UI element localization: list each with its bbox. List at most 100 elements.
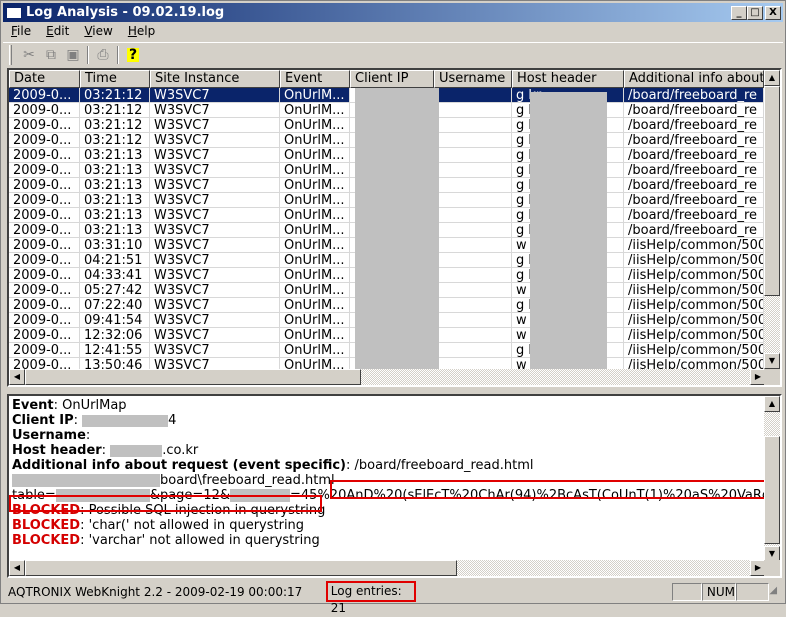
detail-hscroll-thumb[interactable] (25, 560, 457, 576)
redacted-host (110, 444, 163, 457)
cell-info: /iisHelp/common/500 (624, 328, 764, 342)
scroll-up-button[interactable]: ▲ (764, 70, 780, 86)
resize-grip-icon[interactable]: ◢ (769, 585, 783, 599)
cell-info: /iisHelp/common/500 (624, 283, 764, 297)
column-header-event[interactable]: Event (280, 70, 350, 88)
cell-event: OnUrlM... (280, 328, 350, 342)
cell-site: W3SVC7 (150, 163, 280, 177)
cell-date: 2009-0... (9, 88, 80, 102)
redacted-ip (82, 414, 169, 427)
detail-additional: Additional info about request (event spe… (12, 458, 534, 473)
cell-info: /board/freeboard_re (624, 133, 764, 147)
cell-event: OnUrlM... (280, 223, 350, 237)
client-ip-label: Client IP (12, 413, 74, 428)
status-bar: AQTRONIX WebKnight 2.2 - 2009-02-19 00:0… (3, 581, 783, 615)
cell-date: 2009-0... (9, 283, 80, 297)
cell-username (434, 163, 512, 177)
list-hscroll-thumb[interactable] (25, 369, 361, 385)
cell-site: W3SVC7 (150, 178, 280, 192)
column-header-host-header[interactable]: Host header (512, 70, 624, 88)
cell-time: 03:21:12 (80, 133, 150, 147)
cut-icon[interactable]: ✂ (18, 45, 40, 65)
toolbar-grip[interactable] (9, 45, 12, 65)
log-entries-list[interactable]: Date Time Site Instance Event Client IP Usern… (7, 68, 782, 387)
cell-event: OnUrlM... (280, 283, 350, 297)
cell-site: W3SVC7 (150, 343, 280, 357)
list-horizontal-scrollbar[interactable]: ◀ ▶ (9, 369, 766, 385)
entry-detail-pane[interactable]: Event: OnUrlMap Client IP: 4 Username: H… (7, 394, 782, 578)
status-spacer (416, 583, 672, 601)
cell-event: OnUrlM... (280, 313, 350, 327)
cell-info: /iisHelp/common/500 (624, 313, 764, 327)
redacted-client-ip (355, 88, 439, 369)
menu-edit[interactable]: Edit (38, 23, 76, 41)
cell-username (434, 283, 512, 297)
cell-event: OnUrlM... (280, 253, 350, 267)
menu-help[interactable]: Help (120, 23, 162, 41)
column-header-date[interactable]: Date (9, 70, 80, 88)
menu-view[interactable]: View (76, 23, 119, 41)
help-icon[interactable]: ? (122, 45, 144, 65)
cell-username (434, 328, 512, 342)
cell-username (434, 238, 512, 252)
print-icon[interactable]: ⎙ (92, 45, 114, 65)
event-value: OnUrlMap (62, 398, 127, 413)
detail-scroll-left-button[interactable]: ◀ (9, 560, 25, 576)
injection-highlight-box (330, 480, 767, 499)
column-header-time[interactable]: Time (80, 70, 150, 88)
cell-date: 2009-0... (9, 313, 80, 327)
detail-scroll-up-button[interactable]: ▲ (764, 396, 780, 412)
column-header-additional-info-about[interactable]: Additional info about (624, 70, 764, 88)
detail-horizontal-scrollbar[interactable]: ◀ ▶ (9, 560, 766, 576)
paste-icon[interactable]: ▣ (62, 45, 84, 65)
cell-info: /iisHelp/common/500 (624, 238, 764, 252)
log-entries-count: Log entries: 21 (325, 581, 416, 615)
cell-event: OnUrlM... (280, 238, 350, 252)
cell-time: 09:41:54 (80, 313, 150, 327)
cell-time: 12:32:06 (80, 328, 150, 342)
cell-site: W3SVC7 (150, 268, 280, 282)
cell-info: /board/freeboard_re (624, 193, 764, 207)
cell-site: W3SVC7 (150, 253, 280, 267)
minimize-button[interactable]: _ (731, 5, 747, 20)
detail-vscroll-thumb[interactable] (764, 436, 780, 544)
host-label: Host header (12, 443, 102, 458)
cell-username (434, 253, 512, 267)
menu-file[interactable]: File (3, 23, 38, 41)
copy-icon[interactable]: ⧉ (40, 45, 62, 65)
close-button[interactable]: X (765, 5, 781, 20)
cell-site: W3SVC7 (150, 118, 280, 132)
status-num: NUM (701, 582, 736, 601)
detail-username: Username: (12, 428, 91, 443)
cell-event: OnUrlM... (280, 343, 350, 357)
scroll-down-button[interactable]: ▼ (764, 353, 780, 369)
column-header-username[interactable]: Username (434, 70, 512, 88)
column-header-client-ip[interactable]: Client IP (350, 70, 434, 88)
cell-username (434, 268, 512, 282)
cell-site: W3SVC7 (150, 193, 280, 207)
cell-username (434, 178, 512, 192)
cell-date: 2009-0... (9, 193, 80, 207)
cell-event: OnUrlM... (280, 88, 350, 102)
list-vscroll-thumb[interactable] (764, 86, 780, 296)
detail-vertical-scrollbar[interactable]: ▲ ▼ (764, 396, 780, 562)
cell-event: OnUrlM... (280, 178, 350, 192)
client-ip-value: 4 (168, 413, 177, 428)
path-line: board\freeboard_read.html (160, 473, 335, 488)
scroll-left-button[interactable]: ◀ (9, 369, 25, 385)
list-vertical-scrollbar[interactable]: ▲ ▼ (764, 70, 780, 369)
scrollbar-corner (764, 369, 780, 385)
detail-event: Event: OnUrlMap (12, 398, 127, 413)
status-pane-scroll (735, 582, 770, 601)
cell-date: 2009-0... (9, 328, 80, 342)
cell-info: /board/freeboard_re (624, 148, 764, 162)
column-header-site-instance[interactable]: Site Instance (150, 70, 280, 88)
additional-value: /board/freeboard_read.html (354, 458, 534, 473)
detail-scrollbar-corner (764, 560, 780, 576)
cell-date: 2009-0... (9, 253, 80, 267)
cell-event: OnUrlM... (280, 133, 350, 147)
maximize-button[interactable]: □ (747, 5, 763, 20)
cell-time: 12:41:55 (80, 343, 150, 357)
cell-event: OnUrlM... (280, 103, 350, 117)
blocked-message: 'char(' not allowed in querystring (88, 518, 305, 533)
